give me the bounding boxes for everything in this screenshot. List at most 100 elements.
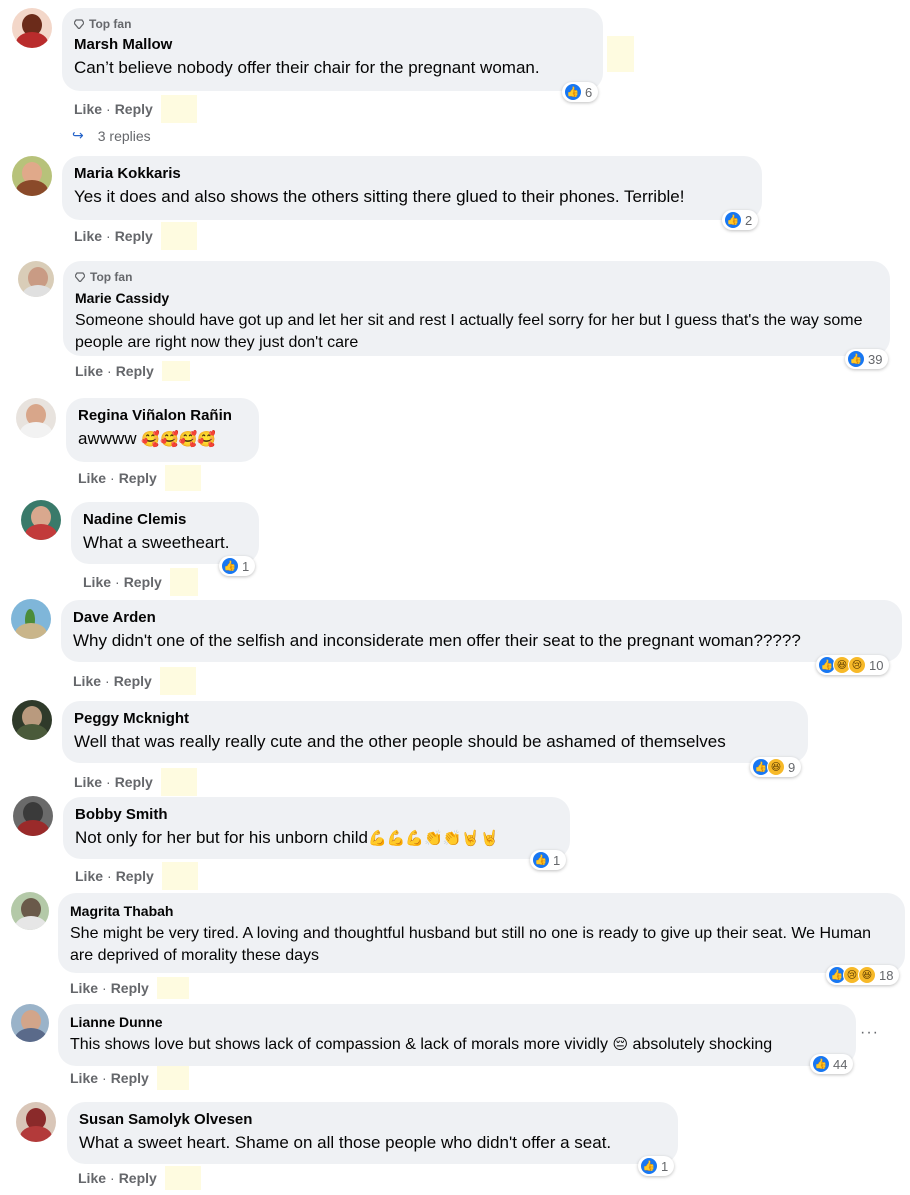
comment-actions: Like · Reply (73, 667, 196, 695)
comment-actions: Like · Reply (74, 95, 197, 123)
comment-bubble: Lianne Dunne This shows love but shows l… (58, 1004, 856, 1066)
reaction-summary[interactable]: 👍 2 (722, 210, 759, 230)
avatar[interactable] (12, 156, 52, 196)
like-button[interactable]: Like (74, 774, 102, 790)
comment-bubble: Peggy Mcknight Well that was really real… (62, 701, 808, 763)
comment-bubble: Dave Arden Why didn't one of the selfish… (61, 600, 902, 662)
like-button[interactable]: Like (73, 673, 101, 689)
comment-author[interactable]: Regina Viñalon Rañin (78, 406, 247, 426)
avatar[interactable] (21, 500, 61, 540)
comment-author[interactable]: Marie Cassidy (75, 288, 878, 308)
reaction-summary[interactable]: 👍 😆 😢 10 (816, 655, 890, 675)
diamond-icon (75, 272, 85, 282)
comment-text: Someone should have got up and let her s… (75, 312, 863, 351)
like-button[interactable]: Like (74, 228, 102, 244)
comment-actions: Like · Reply (70, 977, 189, 999)
thumbs-up-icon: 👍 (532, 851, 550, 869)
thumbs-up-icon: 👍 (724, 211, 742, 229)
avatar[interactable] (11, 892, 49, 930)
avatar[interactable] (11, 599, 51, 639)
thumbs-up-icon: 👍 (221, 557, 239, 575)
top-fan-badge: Top fan (75, 269, 878, 285)
reaction-summary[interactable]: 👍 1 (638, 1156, 675, 1176)
like-button[interactable]: Like (70, 980, 98, 996)
comment-actions: Like · Reply (75, 862, 198, 890)
avatar[interactable] (16, 398, 56, 438)
crying-face-icon: 😢 (848, 656, 866, 674)
reply-button[interactable]: Reply (111, 980, 149, 996)
comment-bubble: Regina Viñalon Rañin awwww 🥰🥰🥰🥰 (66, 398, 259, 462)
reaction-summary[interactable]: 👍 😆 9 (750, 757, 802, 777)
comment-actions: Like · Reply (75, 361, 190, 381)
reply-button[interactable]: Reply (115, 228, 153, 244)
comment-author[interactable]: Magrita Thabah (70, 901, 893, 921)
comment-bubble: Bobby Smith Not only for her but for his… (63, 797, 570, 859)
comment-text: What a sweet heart. Shame on all those p… (79, 1133, 612, 1152)
avatar[interactable] (16, 1102, 56, 1142)
reaction-summary[interactable]: 👍 39 (845, 349, 889, 369)
reply-button[interactable]: Reply (115, 101, 153, 117)
diamond-icon (74, 19, 84, 29)
comment-text: Not only for her but for his unborn chil… (75, 828, 368, 847)
like-button[interactable]: Like (74, 101, 102, 117)
thumbs-up-icon: 👍 (564, 83, 582, 101)
comment-bubble: Magrita Thabah She might be very tired. … (58, 893, 905, 973)
avatar[interactable] (18, 261, 54, 297)
comment-author[interactable]: Susan Samolyk Olvesen (79, 1110, 666, 1130)
comment-actions: Like · Reply (74, 222, 197, 250)
reply-button[interactable]: Reply (124, 574, 162, 590)
avatar[interactable] (12, 8, 52, 48)
comment-text: Why didn't one of the selfish and incons… (73, 631, 801, 650)
reaction-summary[interactable]: 👍 1 (219, 556, 256, 576)
comment-actions: Like · Reply (78, 465, 201, 491)
comment-author[interactable]: Bobby Smith (75, 805, 558, 825)
like-button[interactable]: Like (78, 1170, 106, 1186)
comment-author[interactable]: Marsh Mallow (74, 35, 591, 55)
like-button[interactable]: Like (75, 868, 103, 884)
reply-button[interactable]: Reply (111, 1070, 149, 1086)
reply-button[interactable]: Reply (115, 774, 153, 790)
thumbs-up-icon: 👍 (812, 1055, 830, 1073)
like-button[interactable]: Like (75, 363, 103, 379)
comment-bubble: Nadine Clemis What a sweetheart. (71, 502, 259, 564)
like-button[interactable]: Like (78, 470, 106, 486)
comment-text: awwww (78, 429, 137, 448)
reaction-summary[interactable]: 👍 6 (562, 82, 599, 102)
highlight-mark (607, 36, 634, 72)
reply-button[interactable]: Reply (119, 1170, 157, 1186)
like-button[interactable]: Like (83, 574, 111, 590)
comment-actions: Like · Reply (70, 1066, 189, 1090)
more-options-icon[interactable]: ··· (860, 1024, 879, 1042)
reply-button[interactable]: Reply (119, 470, 157, 486)
avatar[interactable] (12, 700, 52, 740)
thumbs-up-icon: 👍 (640, 1157, 658, 1175)
view-replies-link[interactable]: ↪ 3 replies (72, 127, 151, 144)
laughing-face-icon: 😆 (767, 758, 785, 776)
smiling-face-with-hearts-icon: 🥰🥰🥰🥰 (141, 431, 217, 448)
comment-actions: Like · Reply (78, 1166, 201, 1190)
comment-author[interactable]: Nadine Clemis (83, 510, 247, 530)
comment-author[interactable]: Peggy Mcknight (74, 709, 796, 729)
comment-text: She might be very tired. A loving and th… (70, 925, 872, 964)
reply-button[interactable]: Reply (114, 673, 152, 689)
laughing-face-icon: 😆 (858, 966, 876, 984)
comment-bubble: Top fan Marie Cassidy Someone should hav… (63, 261, 890, 356)
comment-author[interactable]: Maria Kokkaris (74, 164, 750, 184)
reply-button[interactable]: Reply (116, 868, 154, 884)
like-button[interactable]: Like (70, 1070, 98, 1086)
comment-author[interactable]: Lianne Dunne (70, 1012, 844, 1032)
comment-text-continued: absolutely shocking (628, 1036, 773, 1053)
reply-arrow-icon: ↪ (72, 127, 84, 143)
comment-text: Well that was really really cute and the… (74, 732, 726, 751)
comment-text: Can’t believe nobody offer their chair f… (74, 58, 540, 77)
reaction-summary[interactable]: 👍 44 (810, 1054, 854, 1074)
reaction-summary[interactable]: 👍 1 (530, 850, 567, 870)
comment-bubble: Maria Kokkaris Yes it does and also show… (62, 156, 762, 220)
avatar[interactable] (13, 796, 53, 836)
comment-author[interactable]: Dave Arden (73, 608, 890, 628)
reaction-summary[interactable]: 👍 😢 😆 18 (826, 965, 900, 985)
comment-text: This shows love but shows lack of compas… (70, 1036, 608, 1053)
avatar[interactable] (11, 1004, 49, 1042)
comment-actions: Like · Reply (74, 768, 197, 796)
reply-button[interactable]: Reply (116, 363, 154, 379)
